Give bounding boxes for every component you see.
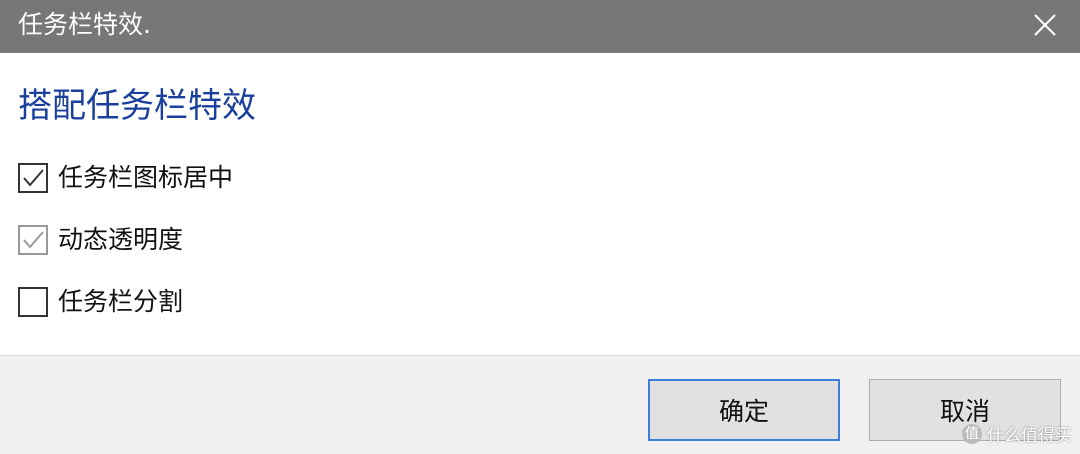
title-bar[interactable]: 任务栏特效.	[0, 0, 1080, 53]
checkmark-icon	[23, 231, 44, 249]
close-button[interactable]	[1022, 4, 1068, 46]
dialog-footer: 确定 取消	[0, 355, 1080, 454]
option-taskbar-split[interactable]: 任务栏分割	[18, 285, 183, 319]
checkbox-center-taskbar-icons[interactable]	[18, 163, 48, 193]
dialog-content: 搭配任务栏特效 任务栏图标居中 动态透明度 任务栏分割	[0, 53, 1080, 355]
ok-button[interactable]: 确定	[648, 379, 840, 441]
option-center-taskbar-icons[interactable]: 任务栏图标居中	[18, 161, 233, 195]
close-icon	[1034, 14, 1056, 36]
watermark: 值 什么值得买	[962, 421, 1072, 446]
dialog-heading: 搭配任务栏特效	[18, 86, 256, 126]
checkmark-icon	[23, 169, 44, 187]
watermark-badge-icon: 值	[962, 423, 982, 444]
option-label: 任务栏图标居中	[58, 163, 234, 192]
dialog-window: 任务栏特效. 搭配任务栏特效 任务栏图标居中 动态透明度 任务栏分割 确定 取消…	[0, 0, 1080, 454]
checkbox-dynamic-transparency[interactable]	[18, 225, 48, 255]
watermark-text: 什么值得买	[987, 426, 1072, 446]
window-title: 任务栏特效.	[18, 10, 151, 39]
option-label: 任务栏分割	[58, 287, 184, 316]
checkbox-taskbar-split[interactable]	[18, 287, 48, 317]
option-dynamic-transparency[interactable]: 动态透明度	[18, 223, 183, 257]
option-label: 动态透明度	[58, 225, 184, 254]
